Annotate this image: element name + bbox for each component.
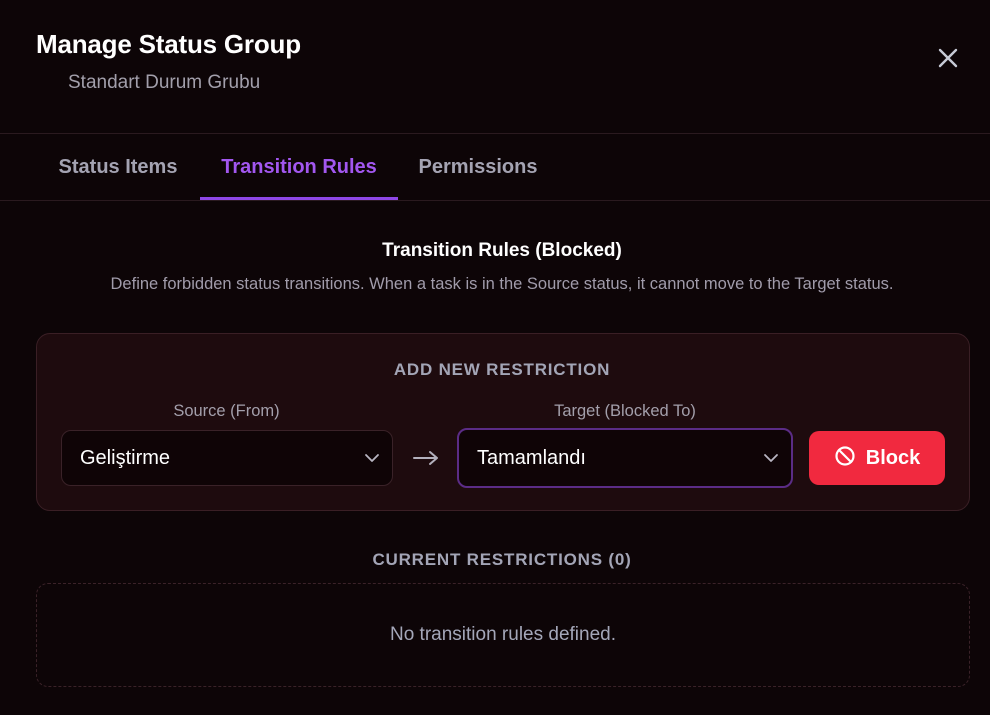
restrictions-empty-state: No transition rules defined. [36, 583, 970, 687]
close-button[interactable] [932, 44, 964, 76]
close-icon [937, 47, 959, 74]
tab-status-items[interactable]: Status Items [36, 134, 200, 201]
manage-status-group-modal: Manage Status Group Standart Durum Grubu… [0, 0, 990, 715]
modal-subtitle: Standart Durum Grubu [68, 72, 261, 93]
current-restrictions-title: CURRENT RESTRICTIONS (0) [372, 550, 632, 569]
target-label: Target (Blocked To) [554, 402, 696, 420]
target-select[interactable]: Tamamlandı [457, 428, 793, 488]
modal-header: Manage Status Group Standart Durum Grubu [0, 0, 990, 134]
arrow-right-icon [410, 442, 442, 474]
add-restriction-title: ADD NEW RESTRICTION [393, 360, 611, 379]
ban-icon [834, 445, 856, 472]
chevron-down-icon [751, 449, 791, 467]
tab-bar: Status Items Transition Rules Permission… [0, 134, 990, 201]
section-description: Define forbidden status transitions. Whe… [110, 275, 894, 293]
target-select-value: Tamamlandı [477, 446, 586, 469]
block-button-label: Block [865, 446, 921, 469]
empty-state-text: No transition rules defined. [389, 624, 616, 645]
block-button[interactable]: Block [809, 431, 945, 485]
tab-permissions[interactable]: Permissions [398, 134, 558, 201]
source-label: Source (From) [173, 402, 280, 420]
modal-title: Manage Status Group [36, 29, 301, 59]
source-select-value: Geliştirme [80, 446, 171, 469]
chevron-down-icon [352, 449, 392, 467]
tab-transition-rules[interactable]: Transition Rules [200, 134, 398, 200]
source-select[interactable]: Geliştirme [61, 430, 393, 486]
section-title: Transition Rules (Blocked) [382, 240, 622, 261]
